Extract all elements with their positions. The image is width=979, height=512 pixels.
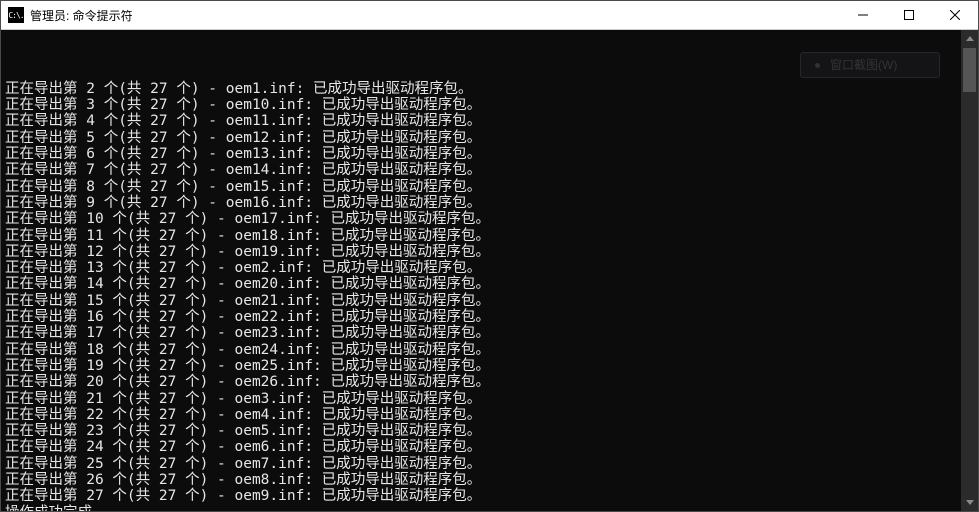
window-title: 管理员: 命令提示符 [30,7,840,24]
console-line: 正在导出第 23 个(共 27 个) - oem5.inf: 已成功导出驱动程序… [5,423,961,439]
console-line: 正在导出第 8 个(共 27 个) - oem15.inf: 已成功导出驱动程序… [5,179,961,195]
console-line: 正在导出第 9 个(共 27 个) - oem16.inf: 已成功导出驱动程序… [5,195,961,211]
console-line: 正在导出第 26 个(共 27 个) - oem8.inf: 已成功导出驱动程序… [5,472,961,488]
maximize-button[interactable] [886,1,932,29]
console-line: 正在导出第 20 个(共 27 个) - oem26.inf: 已成功导出驱动程… [5,374,961,390]
titlebar[interactable]: C:\. 管理员: 命令提示符 [1,1,978,30]
scrollbar-thumb[interactable] [963,48,976,92]
console-line: 正在导出第 10 个(共 27 个) - oem17.inf: 已成功导出驱动程… [5,211,961,227]
console-line: 正在导出第 7 个(共 27 个) - oem14.inf: 已成功导出驱动程序… [5,162,961,178]
console-line: 正在导出第 17 个(共 27 个) - oem23.inf: 已成功导出驱动程… [5,325,961,341]
console-line: 正在导出第 14 个(共 27 个) - oem20.inf: 已成功导出驱动程… [5,276,961,292]
console-output[interactable]: 窗口截图(W) 正在导出第 2 个(共 27 个) - oem1.inf: 已成… [1,30,961,511]
console-line: 正在导出第 16 个(共 27 个) - oem22.inf: 已成功导出驱动程… [5,309,961,325]
console-line: 正在导出第 18 个(共 27 个) - oem24.inf: 已成功导出驱动程… [5,342,961,358]
command-prompt-window: C:\. 管理员: 命令提示符 窗口截图(W) 正在导出第 2 个(共 27 个… [0,0,979,512]
client-area: 窗口截图(W) 正在导出第 2 个(共 27 个) - oem1.inf: 已成… [1,30,978,511]
console-line: 正在导出第 19 个(共 27 个) - oem25.inf: 已成功导出驱动程… [5,358,961,374]
console-line: 正在导出第 22 个(共 27 个) - oem4.inf: 已成功导出驱动程序… [5,407,961,423]
console-line: 正在导出第 15 个(共 27 个) - oem21.inf: 已成功导出驱动程… [5,293,961,309]
screenshot-overlay-button[interactable]: 窗口截图(W) [800,52,940,78]
screenshot-overlay-label: 窗口截图(W) [830,57,897,73]
console-line: 正在导出第 4 个(共 27 个) - oem11.inf: 已成功导出驱动程序… [5,113,961,129]
close-button[interactable] [932,1,978,29]
scroll-down-button[interactable] [961,494,978,511]
scroll-up-button[interactable] [961,30,978,47]
console-line: 正在导出第 3 个(共 27 个) - oem10.inf: 已成功导出驱动程序… [5,97,961,113]
app-icon: C:\. [8,7,24,23]
dot-icon [815,63,820,68]
console-line: 正在导出第 21 个(共 27 个) - oem3.inf: 已成功导出驱动程序… [5,391,961,407]
console-line: 正在导出第 25 个(共 27 个) - oem7.inf: 已成功导出驱动程序… [5,456,961,472]
console-line: 正在导出第 5 个(共 27 个) - oem12.inf: 已成功导出驱动程序… [5,130,961,146]
console-line: 正在导出第 27 个(共 27 个) - oem9.inf: 已成功导出驱动程序… [5,488,961,504]
vertical-scrollbar[interactable] [961,30,978,511]
minimize-button[interactable] [840,1,886,29]
console-line: 正在导出第 2 个(共 27 个) - oem1.inf: 已成功导出驱动程序包… [5,81,961,97]
console-line: 正在导出第 11 个(共 27 个) - oem18.inf: 已成功导出驱动程… [5,228,961,244]
window-controls [840,1,978,29]
console-line: 操作成功完成。 [5,505,961,511]
console-line: 正在导出第 24 个(共 27 个) - oem6.inf: 已成功导出驱动程序… [5,439,961,455]
console-line: 正在导出第 13 个(共 27 个) - oem2.inf: 已成功导出驱动程序… [5,260,961,276]
console-line: 正在导出第 12 个(共 27 个) - oem19.inf: 已成功导出驱动程… [5,244,961,260]
console-line: 正在导出第 6 个(共 27 个) - oem13.inf: 已成功导出驱动程序… [5,146,961,162]
